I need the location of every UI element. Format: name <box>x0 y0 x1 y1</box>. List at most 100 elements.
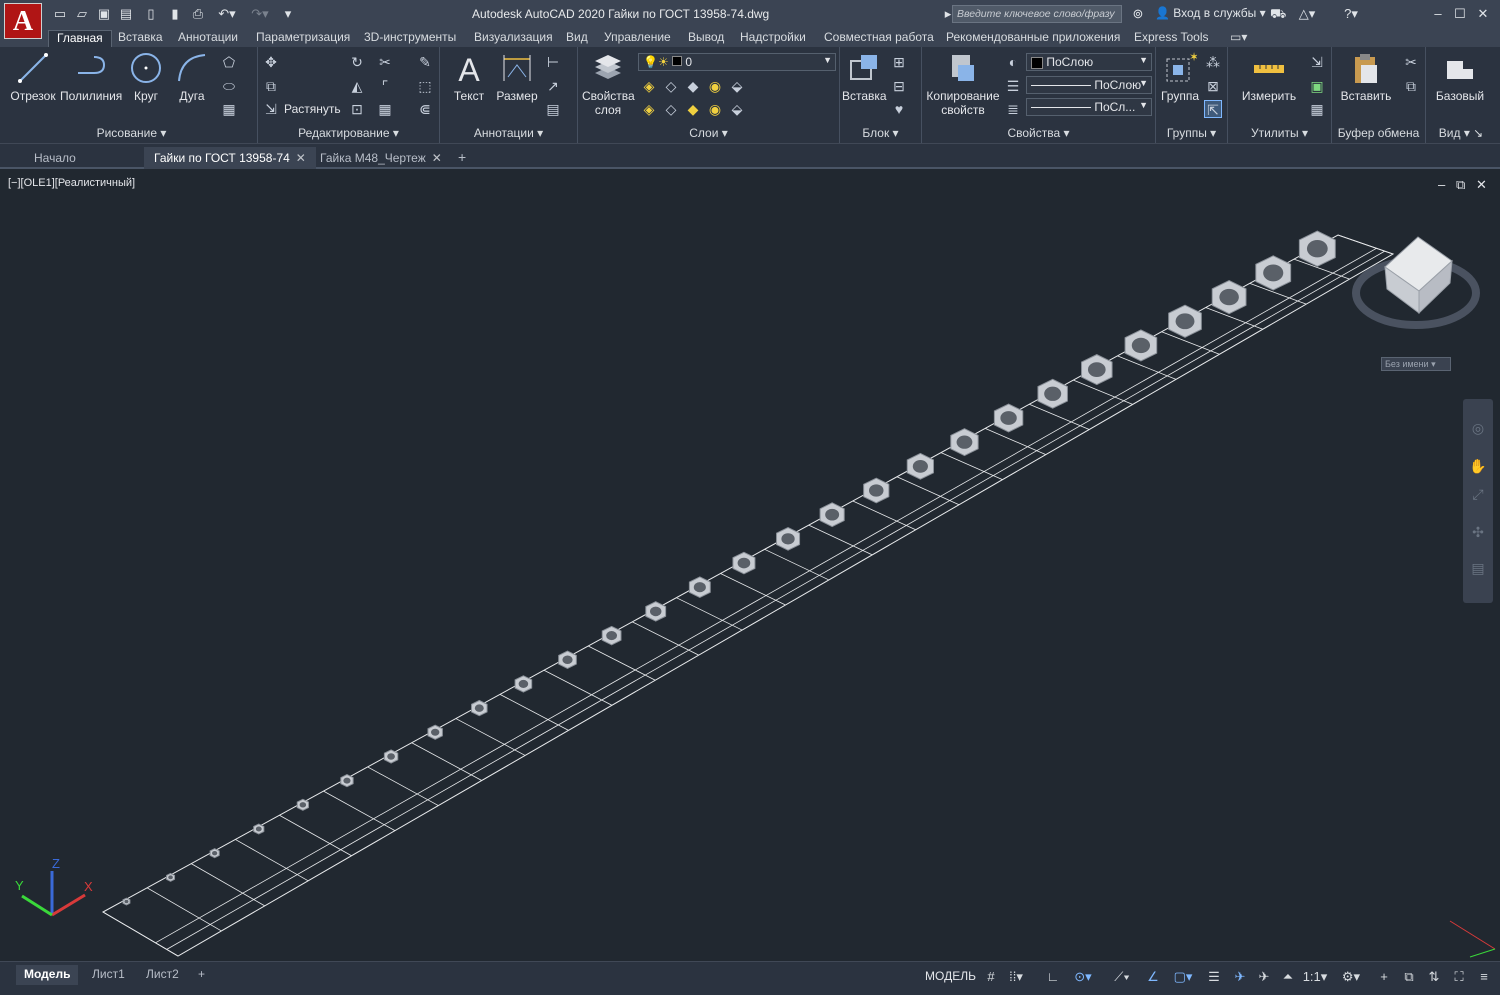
tab-manage[interactable]: Управление <box>596 30 679 47</box>
close-icon[interactable]: ✕ <box>1475 6 1491 22</box>
snap-icon[interactable]: ⁞⁞▾ <box>1004 968 1028 986</box>
scale-icon[interactable]: ⊡ <box>348 100 366 118</box>
tab-collaborate[interactable]: Совместная работа <box>816 30 942 47</box>
maximize-icon[interactable]: ☐ <box>1452 6 1468 22</box>
panel-layers-title[interactable]: Слои ▾ <box>578 126 839 140</box>
layer-lock-icon[interactable]: ◉ <box>706 77 724 95</box>
trim-icon[interactable]: ✂ <box>376 53 394 71</box>
layer-off-icon[interactable]: ◈ <box>640 77 658 95</box>
select-all-icon[interactable]: ▣ <box>1308 77 1326 95</box>
new-tab-icon[interactable]: + <box>452 147 472 169</box>
layer-copy-icon[interactable]: ⬙ <box>728 100 746 118</box>
layer-on-icon[interactable]: ◈ <box>640 100 658 118</box>
tab-document-active[interactable]: Гайки по ГОСТ 13958-74 ✕ <box>144 147 316 169</box>
new-file-icon[interactable]: ▭ <box>52 6 68 22</box>
stretch-label[interactable]: Растянуть <box>284 102 341 116</box>
ribbon-toggle-icon[interactable]: ▭▾ <box>1222 30 1255 47</box>
panel-groups-title[interactable]: Группы ▾ <box>1156 126 1227 140</box>
quick-select-icon[interactable]: ⇲ <box>1308 53 1326 71</box>
auto-scale-icon[interactable]: ✈ <box>1254 968 1274 986</box>
layer-unlock-icon[interactable]: ◉ <box>706 100 724 118</box>
tab-visualize[interactable]: Визуализация <box>466 30 561 47</box>
panel-utilities-title[interactable]: Утилиты ▾ <box>1228 126 1331 140</box>
add-layout-icon[interactable]: + <box>190 965 213 985</box>
redo-icon[interactable]: ↷▾ <box>246 6 274 22</box>
match-properties-button[interactable]: Копирование свойств <box>924 51 1002 117</box>
group-button[interactable]: ✶ Группа <box>1158 51 1202 103</box>
close-tab-icon[interactable]: ✕ <box>296 151 306 165</box>
viewport-minimize-icon[interactable]: – <box>1438 177 1445 192</box>
object-snap-icon[interactable]: ▢▾ <box>1166 968 1200 986</box>
search-input[interactable]: Введите ключевое слово/фразу <box>952 5 1122 23</box>
isodraft-icon[interactable]: ⟋▾ <box>1104 968 1140 986</box>
copy-icon[interactable]: ⧉ <box>262 77 280 95</box>
customize-icon[interactable]: ≡ <box>1474 968 1494 986</box>
ortho-icon[interactable]: ∟ <box>1044 968 1062 986</box>
sign-in-button[interactable]: 👤 Вход в службы ▾ <box>1155 6 1266 20</box>
tab-home[interactable]: Главная <box>48 30 112 47</box>
layer-freeze-icon[interactable]: ◆ <box>684 77 702 95</box>
mirror-icon[interactable]: ◭ <box>348 77 366 95</box>
base-view-button[interactable]: Базовый <box>1432 51 1488 103</box>
edit-block-icon[interactable]: ⊟ <box>890 77 908 95</box>
layer-thaw-icon[interactable]: ◆ <box>684 100 702 118</box>
linear-dim-icon[interactable]: ⊢ <box>544 53 562 71</box>
insert-block-button[interactable]: Вставка <box>842 51 887 103</box>
group-select-icon[interactable]: ⇱ <box>1204 100 1222 118</box>
fillet-icon[interactable]: ⌜ <box>376 77 394 95</box>
calculator-icon[interactable]: ▦ <box>1308 100 1326 118</box>
tab-featured-apps[interactable]: Рекомендованные приложения <box>938 30 1128 47</box>
orbit-icon[interactable]: ✣ <box>1469 523 1487 541</box>
plot-icon[interactable]: ⎙ <box>190 6 206 22</box>
customize-toolbar-icon[interactable]: ▾ <box>280 6 296 22</box>
explode-icon[interactable]: ⬚ <box>416 77 434 95</box>
steering-wheel-icon[interactable]: ◎ <box>1469 419 1487 437</box>
quick-properties-icon[interactable]: ⇅ <box>1424 968 1444 986</box>
save-icon[interactable]: ▣ <box>96 6 112 22</box>
copy-clip-icon[interactable]: ⧉ <box>1402 77 1420 95</box>
hatch-icon[interactable]: ▦ <box>220 100 238 118</box>
autodesk-app-icon[interactable]: △▾ <box>1294 6 1320 22</box>
binoculars-icon[interactable]: ⊚ <box>1130 6 1146 22</box>
line-button[interactable]: Отрезок <box>10 51 56 103</box>
layout-tab-model[interactable]: Модель <box>16 965 79 985</box>
grid-icon[interactable]: # <box>982 968 1000 986</box>
cut-icon[interactable]: ✂ <box>1402 53 1420 71</box>
cart-icon[interactable]: ⛟ <box>1270 6 1286 22</box>
group-edit-icon[interactable]: ⊠ <box>1204 77 1222 95</box>
panel-draw-title[interactable]: Рисование ▾ <box>6 126 257 140</box>
polar-tracking-icon[interactable]: ⊙▾ <box>1066 968 1100 986</box>
linetype-dropdown[interactable]: ПоСлою ▼ <box>1026 76 1152 94</box>
dimension-button[interactable]: Размер <box>494 51 540 103</box>
tab-insert[interactable]: Вставка <box>110 30 171 47</box>
clean-screen-icon[interactable]: ⛶ <box>1448 968 1470 986</box>
leader-icon[interactable]: ↗ <box>544 77 562 95</box>
panel-block-title[interactable]: Блок ▾ <box>840 126 921 140</box>
ucs-menu[interactable]: Без имени ▾ <box>1381 357 1451 371</box>
tab-start[interactable]: Начало <box>24 147 142 169</box>
application-menu-button[interactable]: A <box>4 3 42 39</box>
stretch-icon[interactable]: ⇲ <box>262 100 280 118</box>
offset-icon[interactable]: ⋐ <box>416 100 434 118</box>
panel-view-title[interactable]: Вид ▾ ↘ <box>1426 126 1496 140</box>
polyline-button[interactable]: Полилиния <box>60 51 122 103</box>
model-scene[interactable]: Z X Y <box>0 171 1500 961</box>
layer-isolate-icon[interactable]: ◇ <box>662 77 680 95</box>
showmotion-icon[interactable]: ▤ <box>1469 559 1487 577</box>
navigation-bar[interactable]: ◎ ✋ ⤢ ✣ ▤ <box>1463 399 1493 603</box>
open-web-icon[interactable]: ▯ <box>143 6 159 22</box>
save-as-icon[interactable]: ▤ <box>118 6 134 22</box>
tab-express-tools[interactable]: Express Tools <box>1126 30 1216 47</box>
circle-button[interactable]: Круг <box>126 51 166 103</box>
help-icon[interactable]: ?▾ <box>1338 6 1364 22</box>
zoom-extents-icon[interactable]: ⤢ <box>1469 485 1487 503</box>
pan-icon[interactable]: ✋ <box>1469 457 1487 475</box>
paste-button[interactable]: Вставить <box>1338 51 1394 103</box>
open-folder-icon[interactable]: ▱ <box>74 6 90 22</box>
layer-dropdown[interactable]: 💡☀ 0 ▼ <box>638 53 836 71</box>
save-web-icon[interactable]: ▮ <box>167 6 183 22</box>
lineweight-dropdown[interactable]: ПоСл... ▼ <box>1026 98 1152 116</box>
annotation-scale-icon[interactable]: ⏶ <box>1278 968 1298 986</box>
tab-parametric[interactable]: Параметризация <box>248 30 358 47</box>
tab-document-other[interactable]: Гайка М48_Чертеж ✕ <box>310 147 452 169</box>
